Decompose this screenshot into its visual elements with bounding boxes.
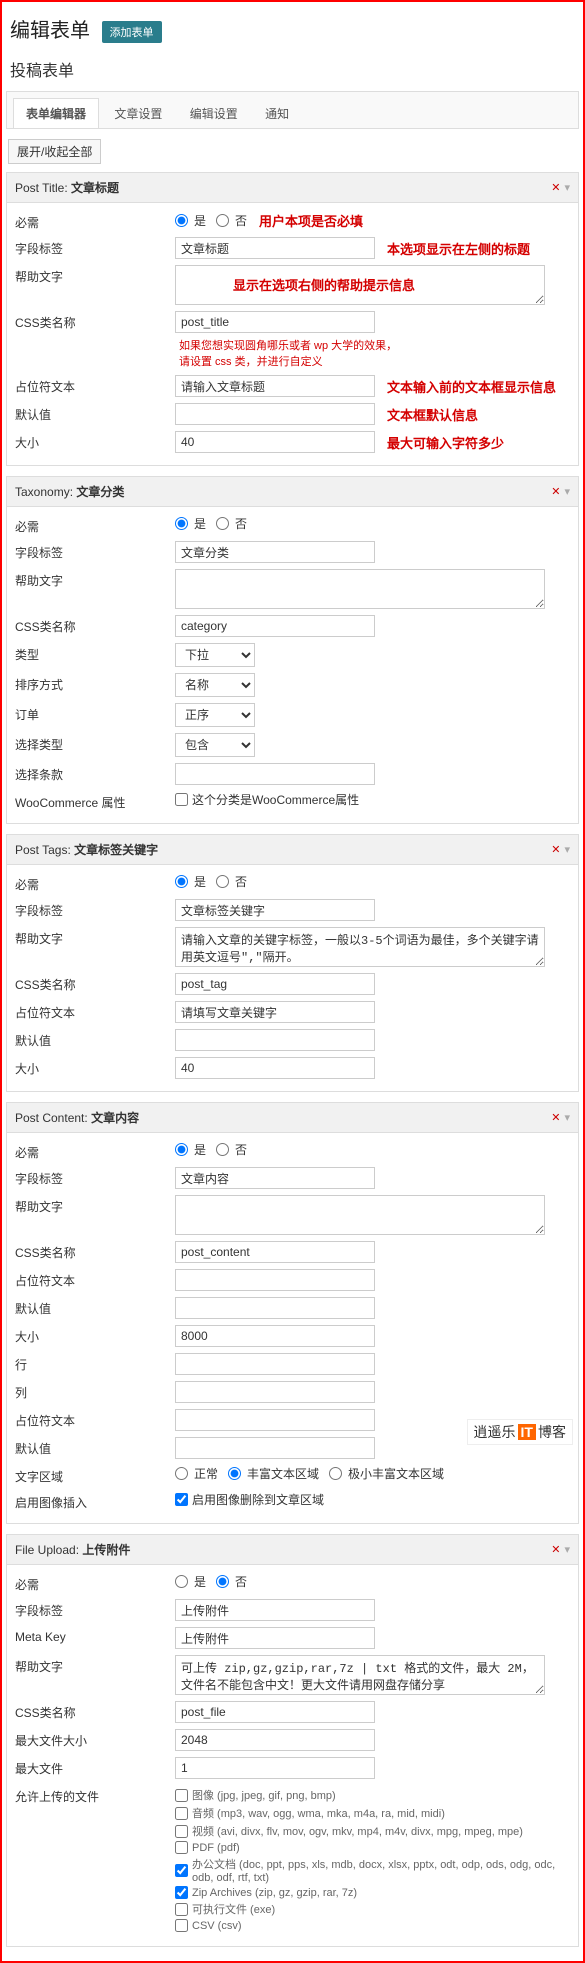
filetype-checkbox[interactable] xyxy=(175,1886,188,1899)
section-post-title: Post Title: 文章标题 ✕▾ 必需 是 否 用户本项是否必填 字段标签… xyxy=(6,172,579,466)
filetype-checkbox[interactable] xyxy=(175,1903,188,1916)
required-no[interactable] xyxy=(216,1143,229,1156)
size-input[interactable] xyxy=(175,431,375,453)
required-no[interactable] xyxy=(216,517,229,530)
delete-icon[interactable]: ✕ xyxy=(551,1112,560,1124)
seltype-select[interactable]: 包含 xyxy=(175,733,255,757)
tab-notify[interactable]: 通知 xyxy=(253,99,301,128)
section-taxonomy: Taxonomy: 文章分类 ✕▾ 必需 是 否 字段标签 帮助文字 CSS类名… xyxy=(6,476,579,824)
help-textarea[interactable] xyxy=(175,927,545,967)
img-insert-checkbox[interactable] xyxy=(175,1493,188,1506)
placeholder-input[interactable] xyxy=(175,1269,375,1291)
page-title: 编辑表单 添加表单 xyxy=(6,6,579,53)
css-input[interactable] xyxy=(175,973,375,995)
filetype-checkbox[interactable] xyxy=(175,1807,188,1820)
required-yes[interactable] xyxy=(175,517,188,530)
delete-icon[interactable]: ✕ xyxy=(551,182,560,194)
toggle-all-button[interactable]: 展开/收起全部 xyxy=(8,139,101,164)
tab-editor[interactable]: 表单编辑器 xyxy=(13,98,99,128)
delete-icon[interactable]: ✕ xyxy=(551,844,560,856)
size-input[interactable] xyxy=(175,1325,375,1347)
collapse-icon[interactable]: ▾ xyxy=(564,1544,570,1556)
field-label-input[interactable] xyxy=(175,1599,375,1621)
default-input[interactable] xyxy=(175,1297,375,1319)
rows-input[interactable] xyxy=(175,1353,375,1375)
required-yes[interactable] xyxy=(175,875,188,888)
metakey-input[interactable] xyxy=(175,1627,375,1649)
default2-input[interactable] xyxy=(175,1437,375,1459)
default-input[interactable] xyxy=(175,403,375,425)
collapse-icon[interactable]: ▾ xyxy=(564,486,570,498)
help-textarea[interactable] xyxy=(175,1195,545,1235)
required-yes[interactable] xyxy=(175,1143,188,1156)
delete-icon[interactable]: ✕ xyxy=(551,486,560,498)
collapse-icon[interactable]: ▾ xyxy=(564,844,570,856)
cols-input[interactable] xyxy=(175,1381,375,1403)
add-form-button[interactable]: 添加表单 xyxy=(102,21,162,43)
section-file-upload: File Upload: 上传附件 ✕▾ 必需 是 否 字段标签 Meta Ke… xyxy=(6,1534,579,1947)
field-label-input[interactable] xyxy=(175,899,375,921)
type-select[interactable]: 下拉 xyxy=(175,643,255,667)
filetype-checkbox[interactable] xyxy=(175,1919,188,1932)
placeholder2-input[interactable] xyxy=(175,1409,375,1431)
required-no[interactable] xyxy=(216,875,229,888)
size-input[interactable] xyxy=(175,1057,375,1079)
maxfiles-input[interactable] xyxy=(175,1757,375,1779)
css-input[interactable] xyxy=(175,1701,375,1723)
css-input[interactable] xyxy=(175,1241,375,1263)
field-label-input[interactable] xyxy=(175,237,375,259)
css-input[interactable] xyxy=(175,615,375,637)
maxsize-input[interactable] xyxy=(175,1729,375,1751)
filetype-checkbox[interactable] xyxy=(175,1864,188,1877)
tabs: 表单编辑器 文章设置 编辑设置 通知 xyxy=(6,91,579,129)
required-no[interactable] xyxy=(216,214,229,227)
area-normal[interactable] xyxy=(175,1467,188,1480)
field-label-input[interactable] xyxy=(175,541,375,563)
area-teeny[interactable] xyxy=(329,1467,342,1480)
required-no[interactable] xyxy=(216,1575,229,1588)
filetype-checkbox[interactable] xyxy=(175,1841,188,1854)
order-select[interactable]: 正序 xyxy=(175,703,255,727)
filetype-checkbox[interactable] xyxy=(175,1825,188,1838)
area-rich[interactable] xyxy=(228,1467,241,1480)
form-name: 投稿表单 xyxy=(6,53,579,91)
tab-post-settings[interactable]: 文章设置 xyxy=(102,99,174,128)
placeholder-input[interactable] xyxy=(175,375,375,397)
wc-checkbox[interactable] xyxy=(175,793,188,806)
required-yes[interactable] xyxy=(175,214,188,227)
help-textarea[interactable] xyxy=(175,1655,545,1695)
tab-edit-settings[interactable]: 编辑设置 xyxy=(178,99,250,128)
orderby-select[interactable]: 名称 xyxy=(175,673,255,697)
section-post-content: Post Content: 文章内容 ✕▾ 必需 是 否 字段标签 帮助文字 C… xyxy=(6,1102,579,1524)
filetype-checkbox[interactable] xyxy=(175,1789,188,1802)
required-yes[interactable] xyxy=(175,1575,188,1588)
css-input[interactable] xyxy=(175,311,375,333)
selcond-input[interactable] xyxy=(175,763,375,785)
collapse-icon[interactable]: ▾ xyxy=(564,1112,570,1124)
help-textarea[interactable] xyxy=(175,569,545,609)
collapse-icon[interactable]: ▾ xyxy=(564,182,570,194)
watermark: 逍遥乐IT博客 xyxy=(467,1419,573,1445)
section-post-tags: Post Tags: 文章标签关键字 ✕▾ 必需 是 否 字段标签 帮助文字 C… xyxy=(6,834,579,1092)
default-input[interactable] xyxy=(175,1029,375,1051)
placeholder-input[interactable] xyxy=(175,1001,375,1023)
delete-icon[interactable]: ✕ xyxy=(551,1544,560,1556)
field-label-input[interactable] xyxy=(175,1167,375,1189)
